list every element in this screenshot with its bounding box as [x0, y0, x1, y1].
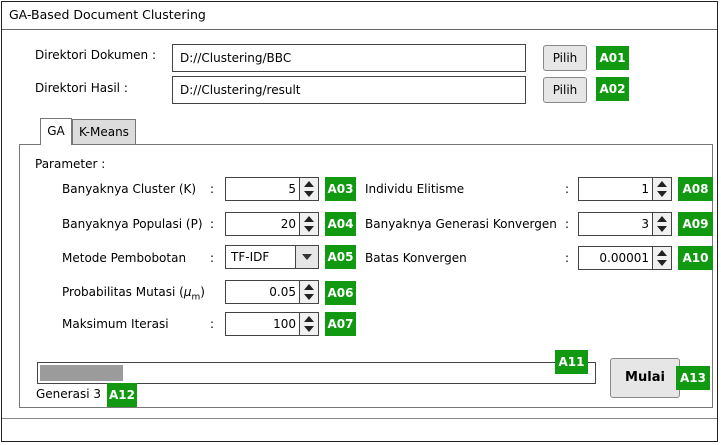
- convergence-generations-spinner[interactable]: 3: [578, 212, 672, 236]
- spinner-arrows[interactable]: [299, 213, 318, 235]
- badge-a10: A10: [678, 246, 713, 270]
- tab-ga[interactable]: GA: [40, 118, 72, 145]
- spinner-up-icon[interactable]: [657, 216, 667, 222]
- mutation-probability-spinner[interactable]: 0.05: [225, 280, 319, 304]
- elitism-value: 1: [641, 182, 649, 196]
- generation-status: Generasi 3: [36, 387, 101, 401]
- badge-a04: A04: [325, 212, 356, 236]
- elitism-label: Individu Elitisme: [365, 182, 465, 196]
- colon: :: [210, 217, 215, 231]
- badge-a06: A06: [325, 281, 356, 305]
- cluster-count-value: 5: [288, 182, 296, 196]
- badge-a11: A11: [555, 350, 588, 374]
- doc-dir-browse-button[interactable]: Pilih: [543, 45, 587, 71]
- max-iteration-label: Maksimum Iterasi: [62, 317, 169, 331]
- convergence-generations-value: 3: [641, 217, 649, 231]
- badge-a05: A05: [325, 245, 356, 269]
- badge-a13: A13: [676, 366, 710, 390]
- colon: :: [565, 251, 570, 265]
- badge-a09: A09: [678, 212, 713, 236]
- spinner-down-icon[interactable]: [304, 191, 314, 197]
- badge-a01: A01: [596, 46, 629, 70]
- colon: :: [210, 182, 215, 196]
- badge-a03: A03: [325, 177, 356, 201]
- colon: :: [565, 182, 570, 196]
- spinner-up-icon[interactable]: [304, 216, 314, 222]
- spinner-arrows[interactable]: [299, 281, 318, 303]
- result-dir-label: Direktori Hasil :: [35, 81, 128, 95]
- weighting-method-select[interactable]: TF-IDF: [225, 245, 319, 269]
- spinner-down-icon[interactable]: [657, 260, 667, 266]
- spinner-up-icon[interactable]: [657, 181, 667, 187]
- spinner-down-icon[interactable]: [304, 294, 314, 300]
- convergence-threshold-value: 0.00001: [599, 251, 649, 265]
- spinner-arrows[interactable]: [652, 213, 671, 235]
- weighting-method-value: TF-IDF: [231, 250, 270, 264]
- result-dir-input[interactable]: D://Clustering/result: [172, 76, 526, 104]
- badge-a07: A07: [325, 312, 356, 336]
- mutation-probability-label: Probabilitas Mutasi (μm): [62, 285, 205, 303]
- window-title: GA-Based Document Clustering: [9, 7, 206, 22]
- colon: :: [210, 317, 215, 331]
- elitism-spinner[interactable]: 1: [578, 177, 672, 201]
- spinner-arrows[interactable]: [299, 178, 318, 200]
- footer-divider: [2, 418, 717, 419]
- result-dir-browse-button[interactable]: Pilih: [543, 77, 587, 103]
- colon: :: [210, 251, 215, 265]
- convergence-threshold-spinner[interactable]: 0.00001: [578, 246, 672, 270]
- spinner-up-icon[interactable]: [304, 284, 314, 290]
- population-size-label: Banyaknya Populasi (P): [62, 217, 203, 231]
- spinner-up-icon[interactable]: [304, 181, 314, 187]
- spinner-down-icon[interactable]: [657, 226, 667, 232]
- cluster-count-label: Banyaknya Cluster (K): [62, 182, 197, 196]
- population-size-spinner[interactable]: 20: [225, 212, 319, 236]
- max-iteration-value: 100: [273, 317, 296, 331]
- badge-a12: A12: [107, 383, 137, 407]
- weighting-method-label: Metode Pembobotan: [62, 251, 187, 265]
- spinner-down-icon[interactable]: [304, 326, 314, 332]
- title-bar: GA-Based Document Clustering: [2, 2, 717, 30]
- spinner-arrows[interactable]: [652, 247, 671, 269]
- mutation-probability-value: 0.05: [269, 285, 296, 299]
- dropdown-button[interactable]: [295, 246, 318, 268]
- spinner-down-icon[interactable]: [657, 191, 667, 197]
- convergence-threshold-label: Batas Konvergen: [365, 251, 467, 265]
- population-size-value: 20: [280, 217, 296, 231]
- spinner-down-icon[interactable]: [304, 226, 314, 232]
- spinner-arrows[interactable]: [299, 313, 318, 335]
- tab-k-means[interactable]: K-Means: [72, 119, 136, 145]
- progress-fill: [40, 365, 123, 381]
- colon: :: [565, 217, 570, 231]
- max-iteration-spinner[interactable]: 100: [225, 312, 319, 336]
- start-button[interactable]: Mulai: [610, 358, 680, 398]
- doc-dir-label: Direktori Dokumen :: [35, 48, 157, 62]
- badge-a08: A08: [678, 177, 713, 201]
- parameter-header: Parameter :: [35, 157, 106, 171]
- badge-a02: A02: [596, 77, 629, 101]
- spinner-arrows[interactable]: [652, 178, 671, 200]
- cluster-count-spinner[interactable]: 5: [225, 177, 319, 201]
- main-window: GA-Based Document Clustering Direktori D…: [1, 1, 718, 442]
- convergence-generations-label: Banyaknya Generasi Konvergen: [365, 217, 557, 231]
- spinner-up-icon[interactable]: [304, 316, 314, 322]
- dropdown-arrow-icon[interactable]: [302, 254, 312, 260]
- spinner-up-icon[interactable]: [657, 250, 667, 256]
- doc-dir-input[interactable]: D://Clustering/BBC: [172, 44, 526, 72]
- progress-bar: [37, 362, 596, 384]
